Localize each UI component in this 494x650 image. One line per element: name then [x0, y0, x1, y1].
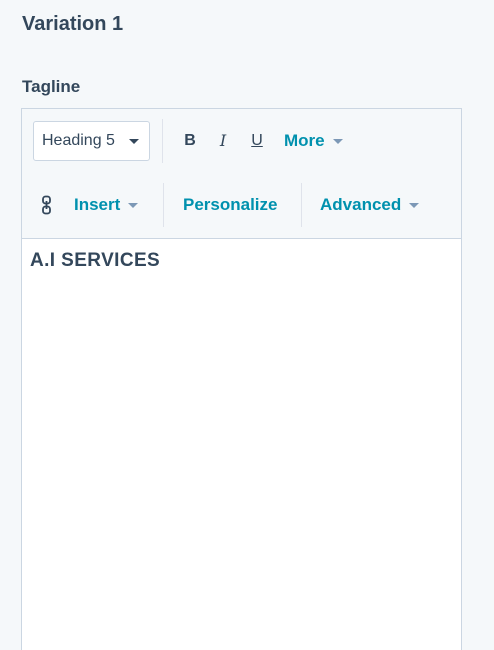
personalize-label: Personalize	[183, 195, 278, 214]
chevron-down-icon	[129, 139, 139, 144]
more-label: More	[284, 131, 325, 150]
bold-button[interactable]: B	[179, 129, 201, 153]
text-style-value: Heading 5	[42, 132, 115, 149]
link-icon[interactable]	[40, 195, 54, 215]
toolbar-divider	[301, 183, 302, 227]
toolbar-divider	[162, 119, 163, 163]
insert-label: Insert	[74, 195, 121, 214]
italic-button[interactable]: I	[212, 129, 234, 153]
rich-text-editor: Heading 5 B I U More Insert Personalize …	[21, 108, 462, 650]
page: Variation 1 Tagline Heading 5 B I U More	[0, 0, 494, 650]
toolbar-divider	[163, 183, 164, 227]
caret-down-icon	[128, 202, 139, 208]
caret-down-icon	[409, 202, 420, 208]
section-title: Variation 1	[22, 13, 124, 35]
personalize-button[interactable]: Personalize	[183, 193, 278, 217]
caret-down-icon	[332, 138, 343, 144]
text-style-select[interactable]: Heading 5	[33, 121, 150, 161]
underline-button[interactable]: U	[246, 129, 268, 153]
editor-heading-text[interactable]: A.I SERVICES	[30, 249, 453, 273]
insert-dropdown-button[interactable]: Insert	[74, 193, 139, 217]
field-label-tagline: Tagline	[22, 77, 81, 96]
more-dropdown-button[interactable]: More	[284, 129, 343, 153]
editor-toolbar: Heading 5 B I U More Insert Personalize …	[22, 109, 461, 239]
editor-content-area[interactable]: A.I SERVICES	[22, 239, 461, 283]
advanced-label: Advanced	[320, 195, 402, 214]
advanced-dropdown-button[interactable]: Advanced	[320, 193, 420, 217]
